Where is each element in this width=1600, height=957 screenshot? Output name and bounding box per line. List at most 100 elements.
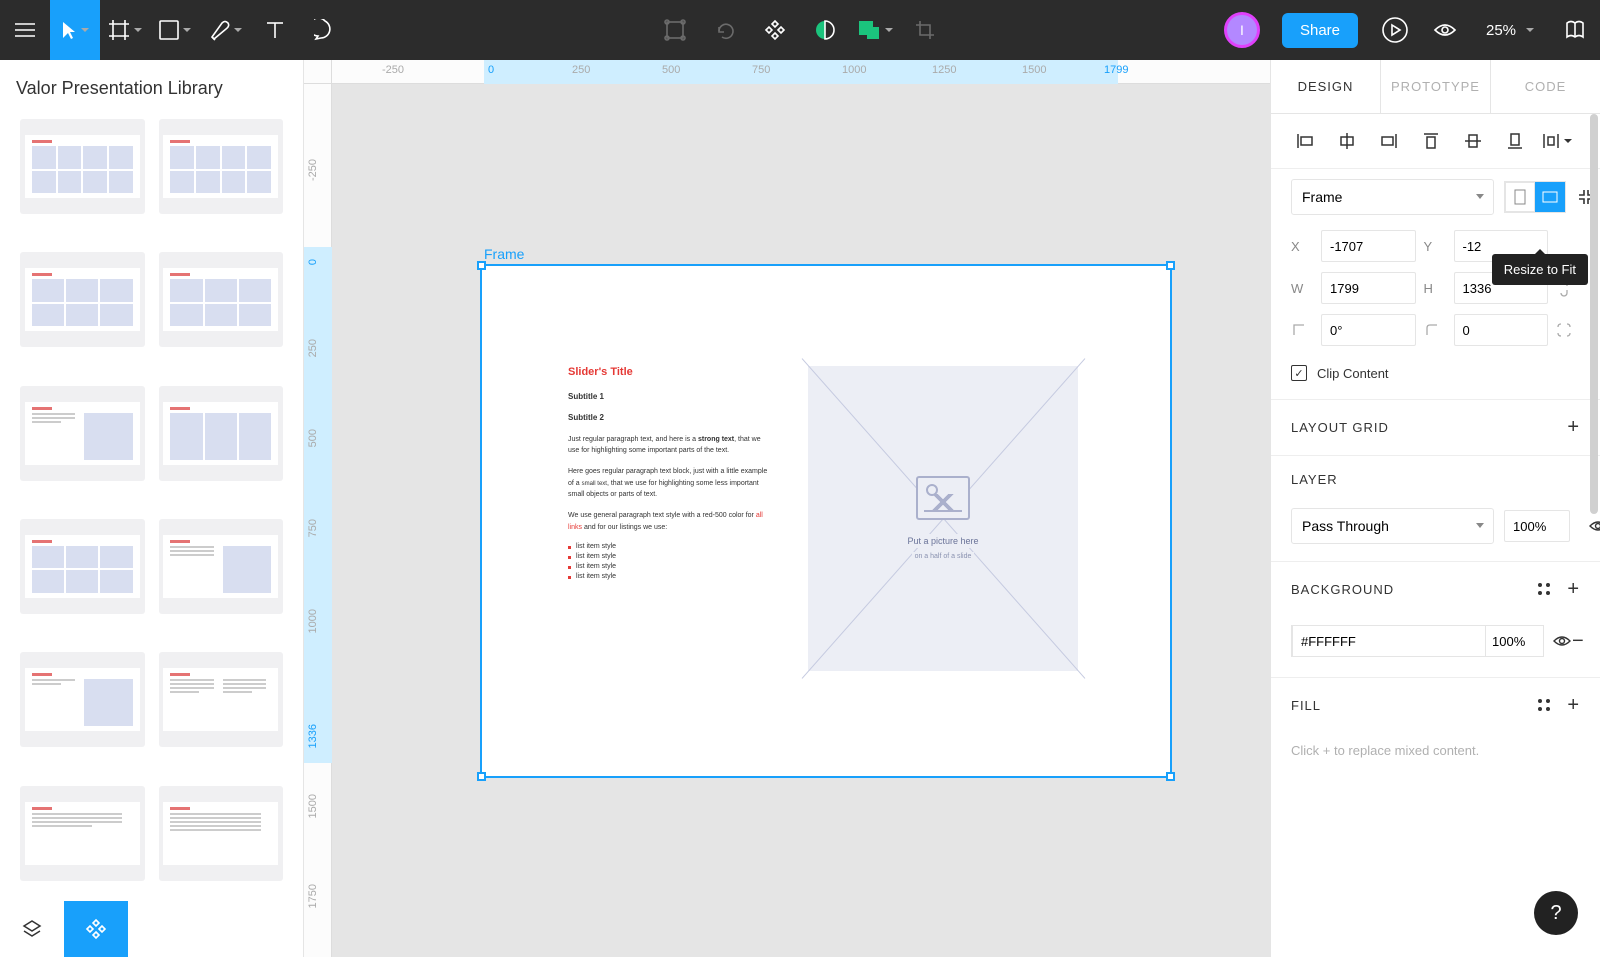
rotation-icon <box>1291 322 1307 338</box>
reset-icon <box>700 0 750 60</box>
add-fill[interactable]: + <box>1567 694 1580 717</box>
panel-tabs: DESIGN PROTOTYPE CODE <box>1271 60 1600 114</box>
layers-tab[interactable] <box>0 901 64 957</box>
library-title: Valor Presentation Library <box>0 60 303 119</box>
fill-hint: Click + to replace mixed content. <box>1271 733 1600 778</box>
x-input[interactable] <box>1321 230 1416 262</box>
component-tool[interactable] <box>750 0 800 60</box>
pen-tool[interactable] <box>200 0 250 60</box>
frame-preset-select[interactable] <box>1291 179 1494 215</box>
present-button[interactable] <box>1370 0 1420 60</box>
frame-label[interactable]: Frame <box>484 246 1172 262</box>
shape-tool[interactable] <box>150 0 200 60</box>
align-hcenter[interactable] <box>1331 128 1363 154</box>
background-hex[interactable] <box>1293 625 1486 657</box>
thumbnail[interactable] <box>20 386 145 481</box>
orientation-portrait[interactable] <box>1505 182 1535 212</box>
thumbnail[interactable] <box>20 252 145 347</box>
help-button[interactable]: ? <box>1534 891 1578 935</box>
slide-content: Slider's Title Subtitle 1 Subtitle 2 Jus… <box>482 266 1170 671</box>
resize-handle[interactable] <box>477 261 486 270</box>
align-right[interactable] <box>1373 128 1405 154</box>
ruler-corner <box>304 60 332 84</box>
clip-content-label: Clip Content <box>1317 366 1389 381</box>
align-bottom[interactable] <box>1499 128 1531 154</box>
background-header: BACKGROUND <box>1291 582 1394 597</box>
align-vcenter[interactable] <box>1457 128 1489 154</box>
thumbnail[interactable] <box>159 519 284 614</box>
move-tool[interactable] <box>50 0 100 60</box>
vertical-ruler[interactable]: -250 0 250 500 750 1000 1336 1500 1750 <box>304 84 332 957</box>
zoom-dropdown[interactable]: 25% <box>1470 0 1550 60</box>
thumbnail[interactable] <box>20 119 145 214</box>
resize-handle[interactable] <box>1166 261 1175 270</box>
left-panel-tabs <box>0 901 303 957</box>
mask-tool[interactable] <box>800 0 850 60</box>
comment-tool[interactable] <box>300 0 350 60</box>
slide-subtitle: Subtitle 1 <box>568 392 768 401</box>
frame-tool[interactable] <box>100 0 150 60</box>
thumbnail[interactable] <box>159 652 284 747</box>
text-tool[interactable] <box>250 0 300 60</box>
distribute[interactable] <box>1541 128 1573 154</box>
thumbnail[interactable] <box>159 252 284 347</box>
selected-frame[interactable]: Frame Slider's Title Subtitle 1 Subtitle… <box>480 246 1172 778</box>
image-icon <box>916 476 970 520</box>
user-avatar[interactable]: I <box>1224 12 1260 48</box>
top-toolbar: I Share 25% <box>0 0 1600 60</box>
x-label: X <box>1291 239 1313 254</box>
resize-handle[interactable] <box>477 772 486 781</box>
style-picker-icon[interactable] <box>1538 699 1551 712</box>
thumbnail[interactable] <box>20 519 145 614</box>
slide-paragraph: Just regular paragraph text, and here is… <box>568 434 768 456</box>
blend-mode-select[interactable] <box>1291 508 1494 544</box>
assets-tab[interactable] <box>64 901 128 957</box>
clip-content-checkbox[interactable]: ✓ <box>1291 365 1307 381</box>
background-visibility-icon[interactable] <box>1552 634 1572 648</box>
layer-opacity[interactable] <box>1504 510 1570 542</box>
menu-button[interactable] <box>0 0 50 60</box>
style-picker-icon[interactable] <box>1538 583 1551 596</box>
radius-input[interactable] <box>1454 314 1549 346</box>
rotation-input[interactable] <box>1321 314 1416 346</box>
image-placeholder: Put a picture here on a half of a slide <box>808 366 1078 671</box>
prototype-tab[interactable]: PROTOTYPE <box>1381 60 1491 113</box>
design-tab[interactable]: DESIGN <box>1271 60 1381 113</box>
layer-visibility-icon[interactable] <box>1588 519 1600 533</box>
align-top[interactable] <box>1415 128 1447 154</box>
resize-handle[interactable] <box>1166 772 1175 781</box>
width-input[interactable] <box>1321 272 1416 304</box>
crop-tool <box>900 0 950 60</box>
toolbar-center <box>650 0 950 60</box>
orientation-landscape[interactable] <box>1535 182 1565 212</box>
thumbnail[interactable] <box>159 386 284 481</box>
radius-icon <box>1424 322 1440 338</box>
slide-paragraph: We use general paragraph text style with… <box>568 510 768 532</box>
design-panel: DESIGN PROTOTYPE CODE <box>1270 60 1600 957</box>
thumbnail[interactable] <box>159 119 284 214</box>
remove-background[interactable]: − <box>1572 630 1584 653</box>
boolean-tool[interactable] <box>850 0 900 60</box>
help-shortcuts-icon[interactable] <box>1550 0 1600 60</box>
align-left[interactable] <box>1289 128 1321 154</box>
horizontal-ruler[interactable]: -250 0 250 500 750 1000 1250 1500 1799 <box>332 60 1270 84</box>
slide-paragraph: Here goes regular paragraph text block, … <box>568 466 768 500</box>
thumbnail[interactable] <box>20 786 145 881</box>
share-button[interactable]: Share <box>1282 13 1358 48</box>
thumbnail[interactable] <box>159 786 284 881</box>
slide-list: list item stylelist item stylelist item … <box>568 543 768 580</box>
fill-header: FILL <box>1291 698 1321 713</box>
independent-corners-icon[interactable] <box>1556 322 1572 338</box>
background-opacity[interactable] <box>1486 625 1544 657</box>
code-tab[interactable]: CODE <box>1491 60 1600 113</box>
thumbnail[interactable] <box>20 652 145 747</box>
add-background[interactable]: + <box>1567 578 1580 601</box>
add-layout-grid[interactable]: + <box>1567 416 1580 439</box>
panel-scrollbar[interactable] <box>1590 114 1598 514</box>
toolbar-right: I Share 25% <box>1214 0 1600 60</box>
h-label: H <box>1424 281 1446 296</box>
tooltip: Resize to Fit <box>1492 254 1588 285</box>
view-settings[interactable] <box>1420 0 1470 60</box>
left-panel: Valor Presentation Library <box>0 60 304 957</box>
canvas[interactable]: -250 0 250 500 750 1000 1250 1500 1799 -… <box>304 60 1270 957</box>
